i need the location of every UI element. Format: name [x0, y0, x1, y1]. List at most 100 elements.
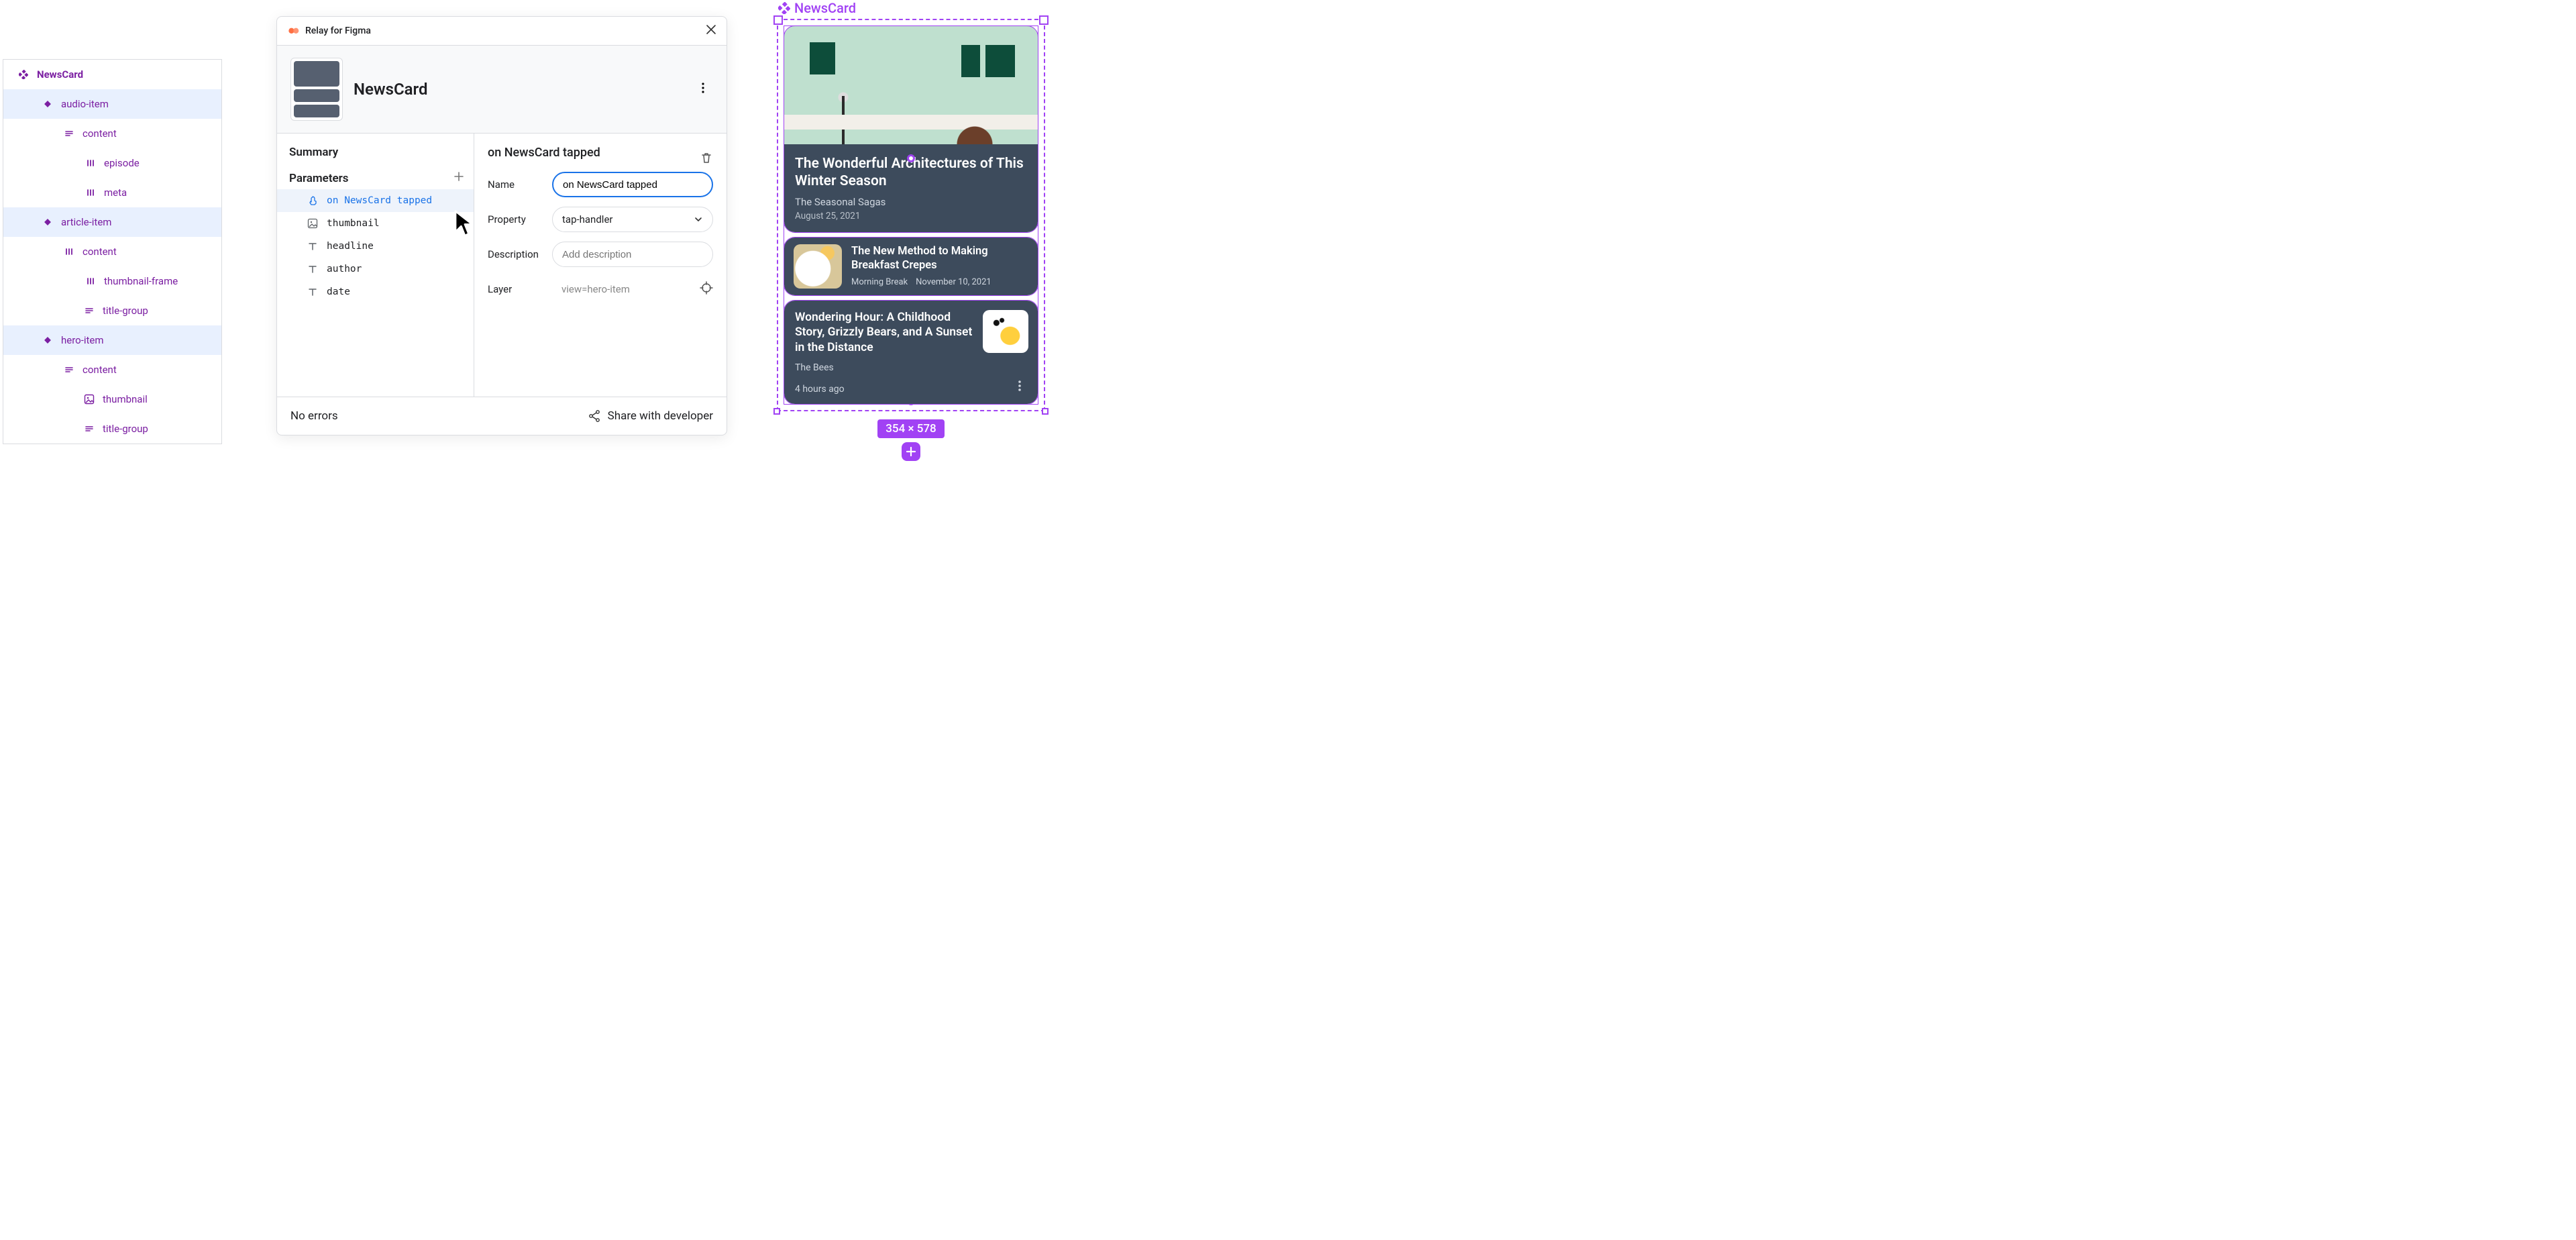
layer-row[interactable]: thumbnail [3, 384, 221, 414]
name-label: Name [488, 178, 552, 191]
layer-row[interactable]: article-item [3, 207, 221, 237]
layers-panel: NewsCard audio-item content episode meta art… [3, 59, 222, 444]
plugin-detail-pane: on NewsCard tapped Name Property tap-han… [474, 134, 727, 397]
relay-logo-icon [286, 27, 300, 35]
layer-row[interactable]: content [3, 237, 221, 266]
newscard-instance[interactable]: The Wonderful Architectures of This Wint… [784, 25, 1038, 405]
layer-name: content [83, 246, 117, 258]
text-icon [305, 241, 320, 252]
layer-name: hero-item [61, 334, 104, 346]
component-thumbnail [290, 58, 343, 121]
diamond-icon [41, 217, 54, 227]
lines-icon [62, 365, 76, 374]
add-parameter-button[interactable] [453, 171, 464, 185]
bars-icon [84, 158, 97, 168]
parameter-name: date [327, 287, 350, 297]
description-input[interactable] [552, 242, 713, 267]
summary-heading[interactable]: Summary [289, 146, 462, 159]
detail-heading: on NewsCard tapped [488, 146, 600, 160]
layer-row[interactable]: title-group [3, 296, 221, 325]
property-select[interactable]: tap-handler [552, 207, 713, 232]
layer-value: view=hero-item [552, 276, 694, 302]
frame-name: NewsCard [794, 0, 856, 16]
image-icon [83, 394, 96, 405]
property-value: tap-handler [562, 213, 612, 225]
diamond-icon [41, 99, 54, 109]
component-set-icon [778, 2, 790, 14]
article-date: November 10, 2021 [916, 277, 991, 287]
parameter-row[interactable]: author [277, 258, 474, 280]
layer-name: content [83, 127, 117, 140]
layer-name: episode [104, 157, 140, 169]
audio-more-button[interactable] [1014, 380, 1026, 395]
frame-label[interactable]: NewsCard [778, 0, 1045, 16]
article-thumbnail [794, 244, 842, 289]
kebab-icon [1014, 380, 1026, 392]
relay-plugin-panel: Relay for Figma NewsCard Summary Paramet… [276, 16, 727, 435]
layer-row[interactable]: content [3, 119, 221, 148]
article-headline: The New Method to Making Breakfast Crepe… [851, 245, 1028, 272]
diamond-icon [41, 335, 54, 345]
layers-component-header[interactable]: NewsCard [3, 60, 221, 89]
layer-row[interactable]: title-group [3, 414, 221, 444]
close-button[interactable] [705, 23, 717, 38]
parameters-heading: Parameters [289, 172, 349, 185]
layer-row[interactable]: content [3, 355, 221, 384]
add-variant-button[interactable] [902, 442, 920, 461]
article-item-card[interactable]: The New Method to Making Breakfast Crepe… [784, 238, 1038, 295]
parameter-row[interactable]: date [277, 280, 474, 303]
hero-publication: The Seasonal Sagas [795, 196, 1027, 208]
layer-name: audio-item [61, 98, 109, 110]
plus-icon [906, 446, 916, 457]
parameter-name: thumbnail [327, 218, 380, 229]
audio-publication: The Bees [795, 362, 1027, 373]
component-overflow-menu[interactable] [693, 78, 713, 101]
article-publication: Morning Break [851, 277, 908, 287]
audio-item-card[interactable]: Wondering Hour: A Childhood Story, Grizz… [784, 301, 1038, 404]
layer-name: meta [104, 187, 127, 199]
lines-icon [83, 306, 96, 315]
plugin-title: Relay for Figma [305, 25, 371, 36]
bars-icon [62, 247, 76, 256]
bars-icon [84, 188, 97, 197]
selection-dimensions: 354 × 578 [877, 419, 944, 438]
audio-headline: Wondering Hour: A Childhood Story, Grizz… [795, 310, 976, 356]
audio-thumbnail [983, 310, 1028, 353]
layer-name: thumbnail [103, 393, 148, 405]
tap-icon [305, 195, 320, 206]
figma-canvas: NewsCard The Wonderful Architectures of … [777, 0, 1045, 461]
component-name: NewsCard [354, 80, 427, 99]
selection-midpoint-icon [908, 155, 914, 162]
plugin-left-pane: Summary Parameters on NewsCard tapped thu… [277, 134, 474, 397]
lines-icon [62, 129, 76, 138]
layer-row[interactable]: episode [3, 148, 221, 178]
plugin-footer: No errors Share with developer [277, 397, 727, 435]
parameter-row[interactable]: thumbnail [277, 212, 474, 235]
hero-item-card[interactable]: The Wonderful Architectures of This Wint… [784, 26, 1038, 232]
text-icon [305, 264, 320, 274]
hero-thumbnail [784, 26, 1038, 144]
layer-row[interactable]: thumbnail-frame [3, 266, 221, 296]
plugin-hero: NewsCard [277, 46, 727, 134]
layer-row[interactable]: hero-item [3, 325, 221, 355]
image-icon [305, 218, 320, 229]
parameter-name: on NewsCard tapped [327, 195, 432, 206]
layer-row[interactable]: meta [3, 178, 221, 207]
selection-bounds: The Wonderful Architectures of This Wint… [777, 19, 1045, 411]
hero-date: August 25, 2021 [795, 211, 1027, 221]
target-icon [700, 281, 713, 295]
component-set-icon [17, 70, 30, 79]
share-with-developer-button[interactable]: Share with developer [588, 409, 713, 423]
parameter-name: author [327, 264, 362, 274]
layer-row[interactable]: audio-item [3, 89, 221, 119]
parameter-row[interactable]: headline [277, 235, 474, 258]
layer-label: Layer [488, 283, 552, 295]
chevron-down-icon [694, 215, 703, 224]
layer-name: article-item [61, 216, 111, 228]
parameter-name: headline [327, 241, 374, 252]
parameter-row[interactable]: on NewsCard tapped [277, 189, 474, 212]
text-icon [305, 287, 320, 297]
delete-parameter-button[interactable] [700, 151, 713, 167]
pick-layer-button[interactable] [700, 281, 713, 297]
name-input[interactable] [552, 172, 713, 197]
